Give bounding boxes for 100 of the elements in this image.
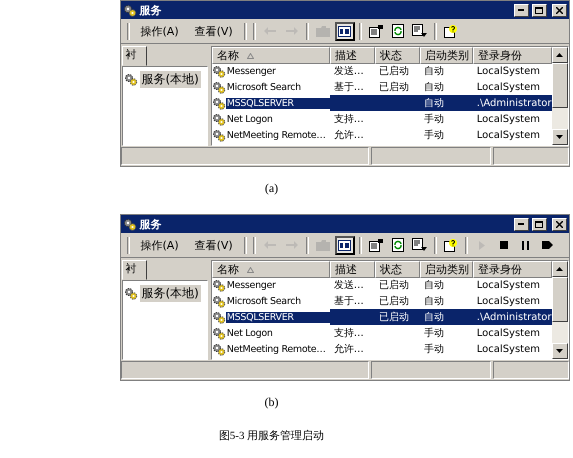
folder-icon: [316, 240, 330, 250]
menu-item[interactable]: 查看(V): [188, 24, 240, 38]
table-cell-text: 自动: [422, 295, 445, 309]
table-cell: Net Logon: [212, 112, 330, 126]
service-row[interactable]: MSSQLSERVER 已启动 自动 .\Administrator: [212, 309, 552, 325]
table-cell-text: 支持…: [332, 112, 365, 127]
down-arrow-icon: [556, 135, 563, 139]
minimize-button[interactable]: [514, 4, 528, 16]
tree-item[interactable]: 服务(本地): [140, 71, 201, 88]
tree-tab[interactable]: 衬: [122, 260, 146, 280]
scroll-down-button[interactable]: [552, 129, 568, 145]
scroll-up-button[interactable]: [552, 261, 568, 277]
down-arrow-icon: [556, 349, 563, 353]
table-cell-text: LocalSystem: [476, 80, 541, 94]
up-arrow-icon: [556, 53, 563, 57]
up-arrow-icon: [556, 267, 563, 271]
table-cell-text: 自动: [422, 65, 445, 79]
scrollbar[interactable]: [552, 47, 568, 145]
service-row[interactable]: Messenger 发送… 已启动 自动 LocalSystem: [212, 277, 552, 293]
service-row[interactable]: Messenger 发送… 已启动 自动 LocalSystem: [212, 63, 552, 79]
table-cell-text: 自动: [422, 81, 445, 95]
table-cell: 已启动: [374, 309, 420, 325]
table-cell: Microsoft Search: [212, 80, 330, 94]
panes-button[interactable]: [334, 236, 355, 254]
table-cell: MSSQLSERVER: [212, 96, 330, 110]
maximize-icon: [535, 220, 543, 228]
menu-item[interactable]: 操作(A): [134, 238, 186, 252]
table-cell: .\Administrator: [472, 95, 552, 111]
close-icon: [556, 6, 562, 14]
refresh-icon: [392, 238, 404, 252]
sort-arrow-icon: [246, 52, 254, 58]
maximize-icon: [535, 6, 543, 14]
table-cell-text: 已启动: [378, 64, 410, 79]
export-list-icon: [412, 24, 428, 38]
service-row[interactable]: NetMeeting Remote… 允许… 手动 LocalSystem: [212, 341, 552, 357]
gears-icon: [122, 4, 136, 16]
table-cell-text: 发送…: [332, 279, 365, 293]
table-cell: Messenger: [212, 64, 330, 78]
column-header[interactable]: 登录身份: [472, 47, 552, 64]
table-cell: 自动: [420, 95, 473, 111]
panes-icon: [338, 26, 352, 36]
tree-tab[interactable]: 衬: [122, 46, 146, 66]
service-row[interactable]: NetMeeting Remote… 允许… 手动 LocalSystem: [212, 127, 552, 143]
help-icon: [444, 24, 458, 38]
column-header[interactable]: 名称: [212, 47, 330, 64]
table-cell-text: 手动: [422, 342, 445, 357]
panes-icon: [338, 240, 352, 250]
table-cell-text: LocalSystem: [476, 326, 541, 340]
stop-icon: [500, 241, 508, 249]
table-cell-text: 基于…: [332, 294, 365, 309]
scrollbar[interactable]: [552, 261, 568, 359]
resume-icon: [542, 241, 554, 249]
panes-button[interactable]: [334, 22, 355, 40]
table-cell-text: 已启动: [378, 294, 410, 309]
figure-caption: 图5-3 用服务管理启动: [218, 428, 324, 443]
column-header[interactable]: 状态: [374, 261, 420, 278]
table-cell-text: 支持…: [332, 326, 365, 341]
service-row[interactable]: MSSQLSERVER 自动 .\Administrator: [212, 95, 552, 111]
table-cell: NetMeeting Remote…: [212, 342, 330, 356]
close-button[interactable]: [552, 4, 566, 16]
table-cell-text: LocalSystem: [476, 278, 541, 292]
table-cell: Messenger: [212, 278, 330, 292]
scroll-down-button[interactable]: [552, 343, 568, 359]
table-cell-text: LocalSystem: [476, 342, 541, 356]
service-row[interactable]: Net Logon 支持… 手动 LocalSystem: [212, 111, 552, 127]
help-icon: [444, 238, 458, 252]
properties-icon: [368, 238, 383, 252]
refresh-icon: [392, 24, 404, 38]
window-title: 服务: [140, 2, 162, 18]
service-row[interactable]: Microsoft Search 基于… 已启动 自动 LocalSystem: [212, 293, 552, 309]
tree-item[interactable]: 服务(本地): [140, 285, 201, 302]
table-cell-text: LocalSystem: [476, 112, 541, 126]
table-cell-text: 允许…: [332, 128, 365, 143]
menu-item[interactable]: 查看(V): [188, 238, 240, 252]
export-list-icon: [412, 238, 428, 252]
column-header[interactable]: 登录身份: [472, 261, 552, 278]
sort-arrow-icon: [246, 266, 254, 272]
column-header[interactable]: 启动类别: [420, 261, 473, 278]
column-header[interactable]: 描述: [330, 47, 375, 64]
column-header[interactable]: 名称: [212, 261, 330, 278]
table-cell: 自动: [420, 309, 473, 325]
gears-icon: [122, 218, 136, 230]
close-button[interactable]: [552, 218, 566, 230]
minimize-icon: [518, 9, 524, 11]
service-row[interactable]: Microsoft Search 基于… 已启动 自动 LocalSystem: [212, 79, 552, 95]
table-cell-text: LocalSystem: [476, 128, 541, 142]
window-title: 服务: [140, 216, 162, 232]
minimize-button[interactable]: [514, 218, 528, 230]
folder-icon: [316, 26, 330, 36]
column-header[interactable]: 描述: [330, 261, 375, 278]
service-row[interactable]: Net Logon 支持… 手动 LocalSystem: [212, 325, 552, 341]
table-cell-text: LocalSystem: [476, 294, 541, 308]
menu-item[interactable]: 操作(A): [134, 24, 186, 38]
scroll-up-button[interactable]: [552, 47, 568, 63]
table-cell-text: 发送…: [332, 65, 365, 79]
column-header[interactable]: 状态: [374, 47, 420, 64]
maximize-button[interactable]: [532, 218, 546, 230]
table-cell: Net Logon: [212, 326, 330, 340]
maximize-button[interactable]: [532, 4, 546, 16]
column-header[interactable]: 启动类别: [420, 47, 473, 64]
